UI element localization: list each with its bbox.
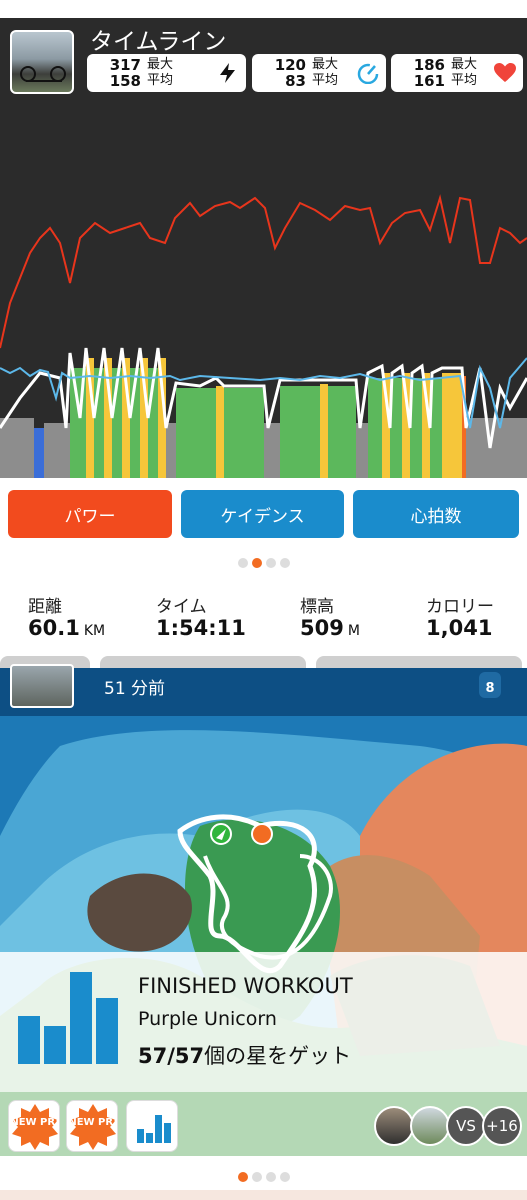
- ride-on-count-badge[interactable]: 8: [479, 672, 501, 698]
- cadence-avg-label: 平均: [312, 73, 339, 88]
- timeline-title: タイムライン: [90, 29, 227, 55]
- power-toggle-button[interactable]: パワー: [8, 490, 172, 538]
- carousel-dots-bottom: [0, 1172, 527, 1182]
- power-avg-value: 158: [109, 72, 141, 90]
- cadence-max-label: 最大: [312, 57, 339, 72]
- page-dot[interactable]: [251, 1172, 262, 1182]
- workout-name: Purple Unicorn: [138, 1008, 277, 1030]
- calories-value: 1,041: [426, 616, 493, 640]
- page-dot[interactable]: [279, 558, 290, 568]
- vs-button[interactable]: VS: [446, 1106, 486, 1146]
- new-pr-badge[interactable]: NEW PR!: [66, 1100, 118, 1152]
- calories-label: カロリー: [426, 597, 494, 617]
- power-stat-box: 317 158 最大 平均: [87, 54, 246, 92]
- cadence-toggle-button[interactable]: ケイデンス: [181, 490, 344, 538]
- rider-avatar[interactable]: [410, 1106, 450, 1146]
- workout-bar-chart-icon: [18, 972, 118, 1064]
- time-value: 1:54:11: [156, 616, 246, 640]
- carousel-dots: [0, 558, 527, 568]
- next-card-peek: [0, 1190, 527, 1200]
- workout-status-title: FINISHED WORKOUT: [138, 974, 353, 998]
- page-dot-active[interactable]: [237, 1172, 248, 1182]
- pr-burst-icon: NEW PR!: [68, 1104, 118, 1150]
- rider-avatar[interactable]: [374, 1106, 414, 1146]
- page-dot[interactable]: [265, 1172, 276, 1182]
- pr-burst-icon: NEW PR!: [10, 1104, 60, 1150]
- elevation-value: 509 M: [300, 616, 360, 640]
- page-dot[interactable]: [237, 558, 248, 568]
- activity-time-ago: 51 分前: [104, 679, 166, 699]
- new-pr-badge[interactable]: NEW PR!: [8, 1100, 60, 1152]
- activity-header: [0, 668, 527, 716]
- cadence-gauge-icon: [357, 63, 379, 84]
- cadence-max-value: 120: [274, 56, 306, 74]
- elevation-label: 標高: [300, 597, 334, 617]
- heart-rate-line: [0, 194, 527, 349]
- heart-max-value: 186: [413, 56, 445, 74]
- cadence-stat-box: 120 83 最大 平均: [252, 54, 386, 92]
- page-dot[interactable]: [279, 1172, 290, 1182]
- heart-stat-box: 186 161 最大 平均: [391, 54, 523, 92]
- page-dot[interactable]: [265, 558, 276, 568]
- heart-avg-value: 161: [413, 72, 445, 90]
- power-max-label: 最大: [147, 57, 174, 72]
- finish-marker-icon: [251, 823, 273, 845]
- page-dot-active[interactable]: [251, 558, 262, 568]
- screen: タイムライン 317 158 最大 平均 120 83 最大 平均 186 16…: [0, 0, 527, 1200]
- svg-text:NEW PR!: NEW PR!: [10, 1117, 59, 1128]
- workout-badge[interactable]: [126, 1100, 178, 1152]
- timeline-card: タイムライン 317 158 最大 平均 120 83 最大 平均 186 16…: [0, 18, 527, 478]
- heart-icon: [494, 63, 516, 82]
- heart-avg-label: 平均: [451, 73, 478, 88]
- cadence-avg-value: 83: [285, 72, 306, 90]
- power-avg-label: 平均: [147, 73, 174, 88]
- activity-avatar[interactable]: [10, 664, 74, 708]
- power-max-value: 317: [109, 56, 141, 74]
- lightning-icon: [220, 63, 235, 83]
- bar-chart-icon: [137, 1115, 171, 1143]
- distance-value: 60.1 KM: [28, 616, 106, 640]
- profile-avatar[interactable]: [10, 30, 74, 94]
- timeline-chart: [0, 194, 527, 478]
- heart-rate-toggle-button[interactable]: 心拍数: [353, 490, 519, 538]
- more-riders-count[interactable]: +16: [482, 1106, 522, 1146]
- svg-text:NEW PR!: NEW PR!: [68, 1117, 117, 1128]
- workout-stars: 57/57個の星をゲット: [138, 1044, 352, 1068]
- time-label: タイム: [156, 597, 207, 617]
- distance-label: 距離: [28, 597, 62, 617]
- heart-max-label: 最大: [451, 57, 478, 72]
